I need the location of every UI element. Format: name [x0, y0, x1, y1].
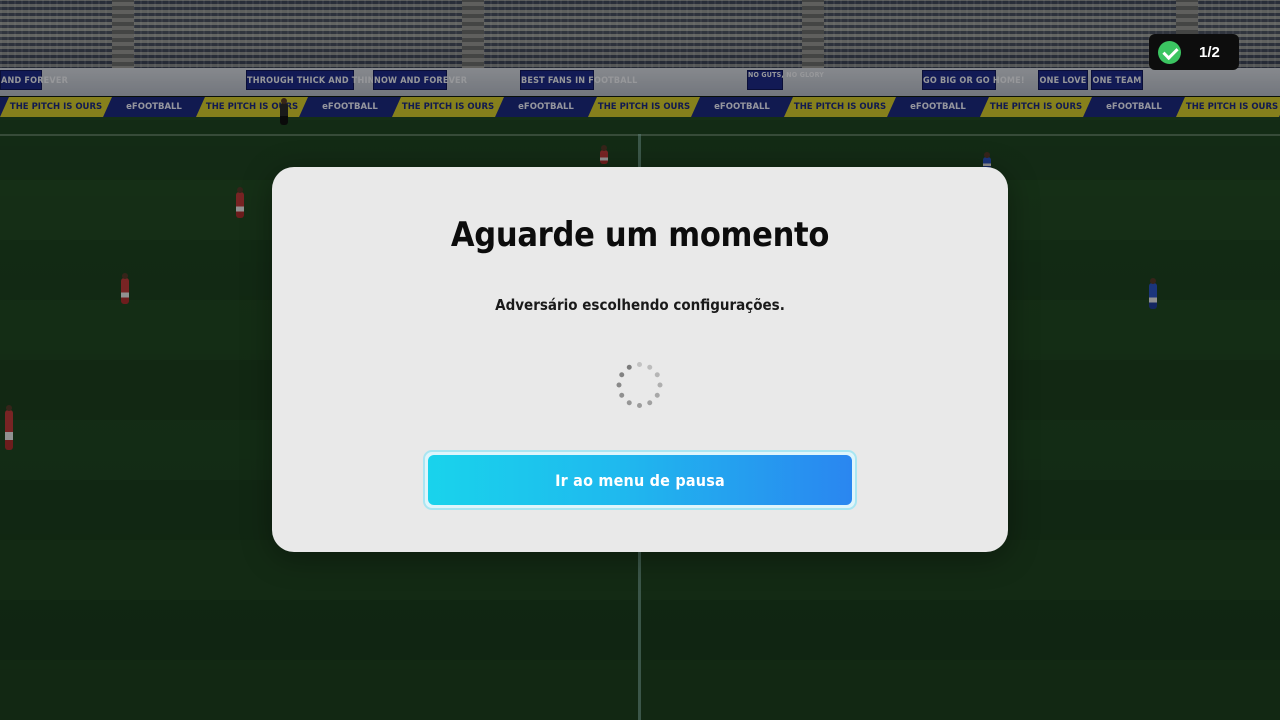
- spinner-dot: [616, 382, 622, 388]
- spinner-dot: [657, 382, 663, 388]
- spinner-dot: [646, 399, 654, 407]
- pause-menu-button[interactable]: Ir ao menu de pausa: [423, 450, 857, 510]
- dialog-title: Aguarde um momento: [450, 215, 830, 255]
- players-ready-badge: 1/2: [1149, 34, 1239, 70]
- spinner-icon: [616, 362, 663, 408]
- spinner-dot: [637, 362, 642, 367]
- spinner-dot: [618, 371, 626, 379]
- dialog-message: Adversário escolhendo configurações.: [495, 296, 785, 314]
- spinner-dot: [625, 363, 633, 371]
- checkmark-icon: [1158, 40, 1181, 64]
- spinner-dot: [618, 391, 626, 399]
- spinner-dot: [653, 371, 661, 379]
- spinner-dot: [646, 363, 654, 371]
- spinner-dot: [653, 391, 661, 399]
- spinner-dot: [637, 403, 642, 408]
- ready-count: 1/2: [1199, 43, 1220, 61]
- pause-menu-button-label: Ir ao menu de pausa: [428, 455, 852, 505]
- spinner-dot: [625, 399, 633, 407]
